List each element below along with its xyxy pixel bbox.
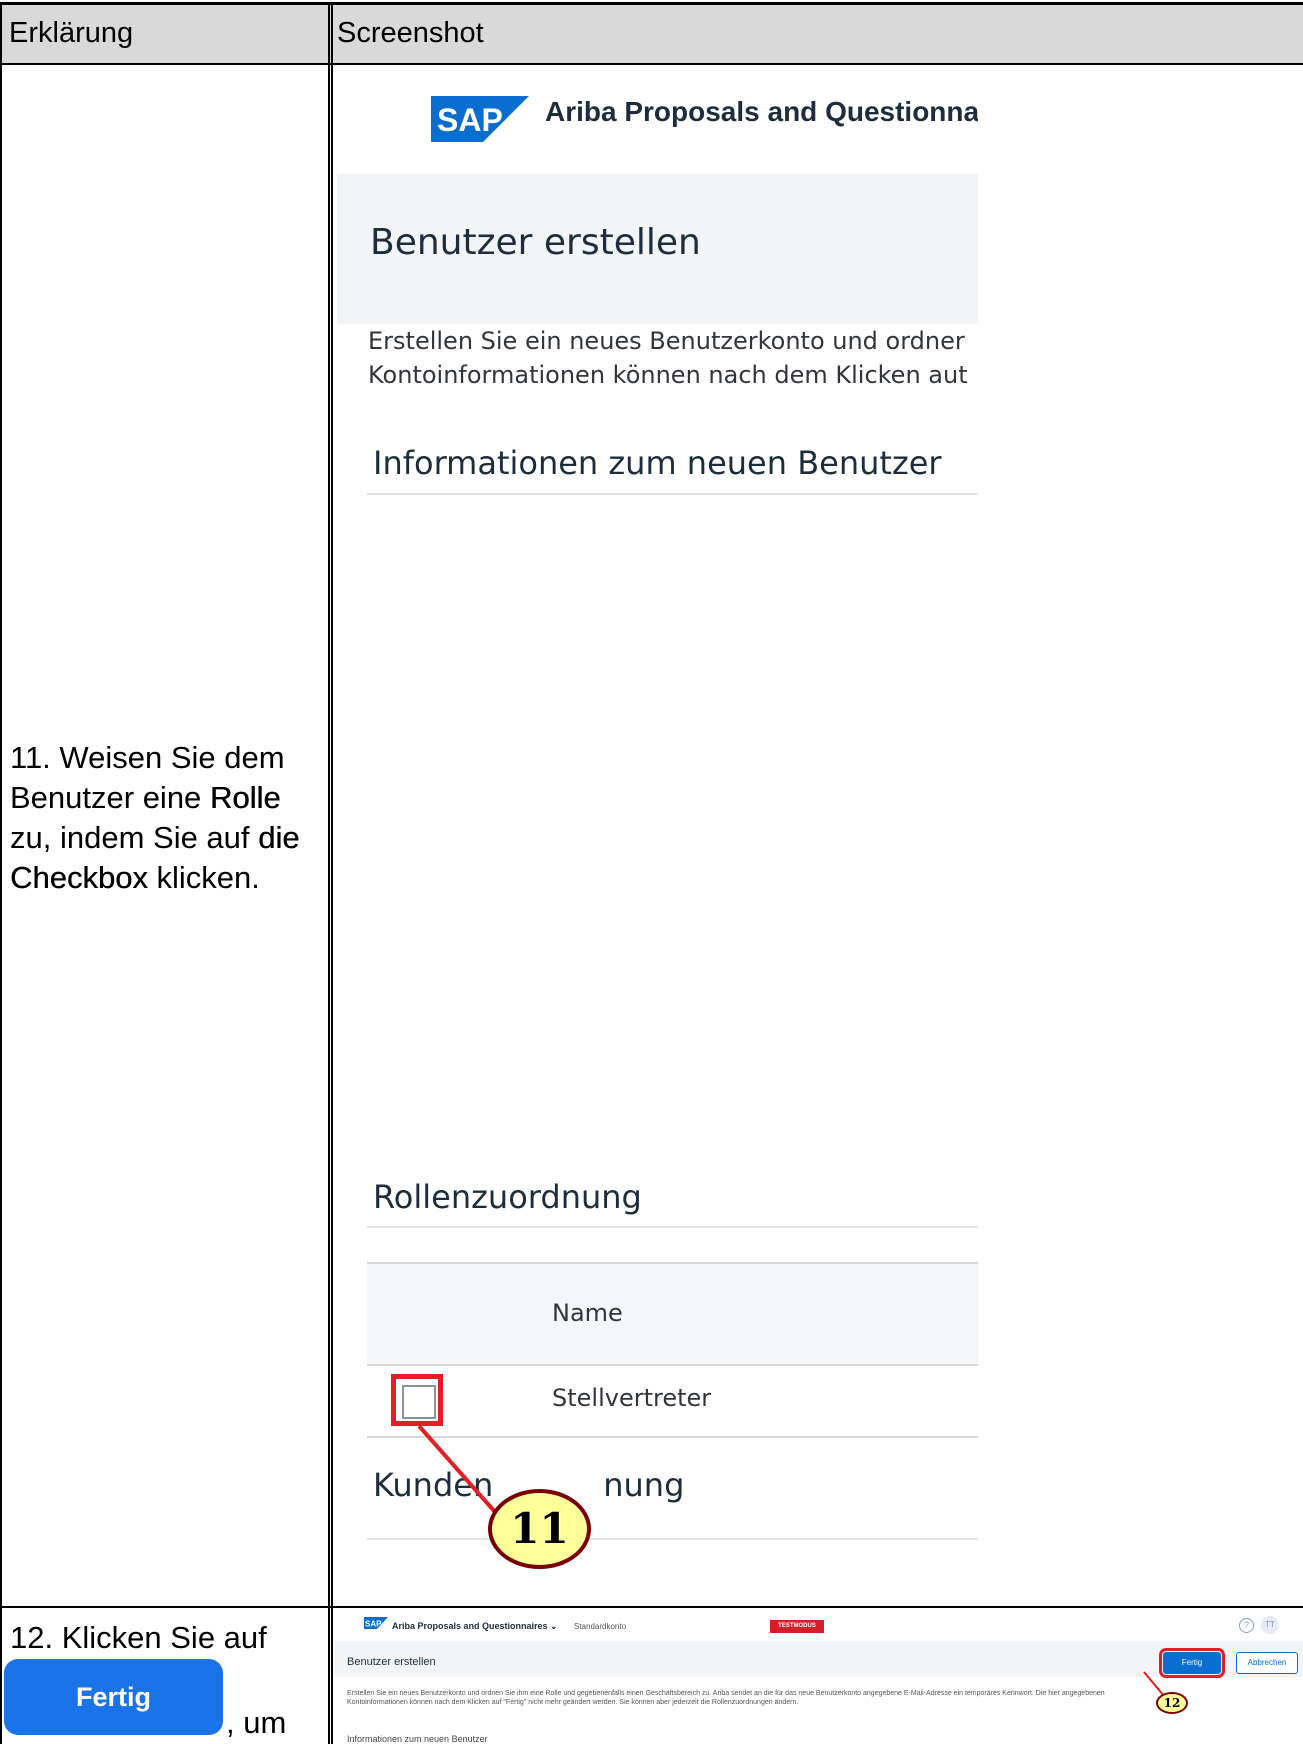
step-11-text-3: klicken.	[147, 860, 260, 895]
step-12-instruction: 12. Klicken Sie auf	[10, 1620, 267, 1655]
step-11-text-2: zu, indem Sie auf	[10, 820, 259, 855]
header-bottom-border	[0, 63, 1303, 65]
callout-pointer-12	[1143, 1671, 1165, 1697]
step-11-die: die	[258, 820, 300, 855]
table-left-border	[0, 2, 2, 1744]
table-header-row	[2, 4, 1303, 64]
step-12-instruction-cont: , um	[226, 1705, 287, 1740]
step-11-checkbox-word: Checkbox	[10, 860, 148, 895]
callout-badge-11: 11	[488, 1489, 591, 1569]
step-11-instruction: 11. Weisen Sie dem Benutzer eine Rolle z…	[10, 738, 310, 898]
header-screenshot: Screenshot	[337, 17, 484, 49]
step-11-screenshot: SAP Ariba Proposals and Questionnai Benu…	[335, 66, 978, 1606]
fertig-button[interactable]: Fertig	[4, 1659, 223, 1735]
column-divider-inner	[331, 2, 333, 1744]
header-explanation: Erklärung	[9, 17, 134, 49]
callout-pointer-11	[417, 1424, 497, 1514]
callout-badge-12: 12	[1156, 1692, 1188, 1714]
row-divider	[0, 1606, 1303, 1608]
table-top-border	[0, 2, 1303, 5]
step-12-screenshot: SAP Ariba Proposals and Questionnaires ⌄…	[334, 1610, 1303, 1744]
step-11-rolle: Rolle	[209, 780, 281, 815]
column-divider-outer	[328, 2, 330, 1744]
